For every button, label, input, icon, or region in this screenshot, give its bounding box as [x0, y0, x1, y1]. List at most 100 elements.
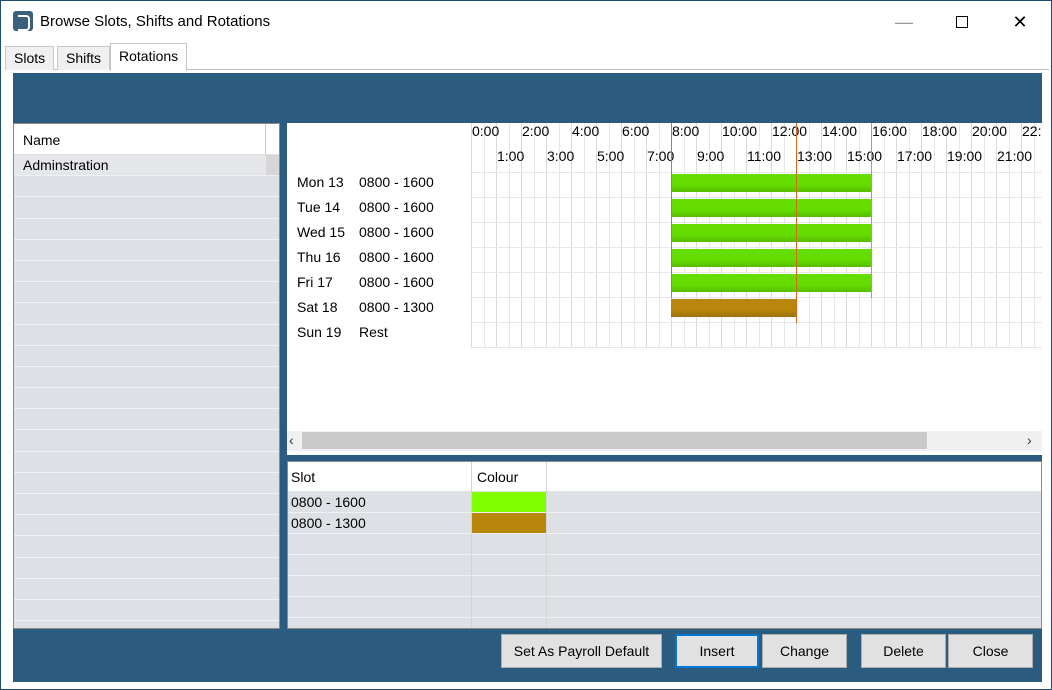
scroll-right-icon[interactable]: › [1027, 432, 1032, 448]
hour-label: 8:00 [672, 123, 700, 139]
name-column-header: Name [23, 132, 61, 148]
hour-label: 9:00 [697, 148, 725, 164]
app-logo-icon [13, 11, 33, 31]
timeline-row-line [471, 322, 1042, 323]
empty-list-row [14, 218, 279, 240]
browse-window: Browse Slots, Shifts and Rotations — ✕ S… [0, 0, 1052, 690]
rotation-timeline: 0:00 2:00 4:00 6:00 8:00 10:00 12:00 14:00 16:00… [287, 123, 1042, 455]
tab-shifts[interactable]: Shifts [57, 46, 111, 70]
day-label: Mon 13 [297, 174, 344, 190]
empty-table-row [288, 597, 1041, 618]
empty-table-row [288, 618, 1041, 628]
hour-label: 15:00 [847, 148, 883, 164]
list-header: Name [14, 124, 279, 155]
rotation-name: Adminstration [23, 157, 109, 173]
list-scrollbar[interactable] [266, 155, 279, 175]
shift-slot-label: 0800 - 1600 [359, 249, 434, 265]
empty-list-row [14, 515, 279, 537]
day-label: Tue 14 [297, 199, 341, 215]
hour-label: 11:00 [747, 148, 781, 164]
slot-column-header: Slot [291, 469, 316, 485]
empty-list-row [14, 578, 279, 600]
empty-list-row [14, 197, 279, 219]
empty-list-row [14, 557, 279, 579]
shift-bar[interactable] [671, 174, 871, 192]
time-marker [796, 123, 797, 323]
hour-label: 22:0 [1022, 123, 1042, 139]
maximize-icon [956, 16, 968, 28]
minimize-button[interactable]: — [875, 1, 933, 43]
day-label: Thu 16 [297, 249, 341, 265]
empty-list-row [14, 621, 279, 628]
shift-slot-label: 0800 - 1600 [359, 274, 434, 290]
scroll-left-icon[interactable]: ‹ [289, 432, 294, 448]
empty-list-row [14, 430, 279, 452]
column-separator [546, 462, 547, 628]
rotations-content: Name Adminstration 0:00 2:00 4:00 6:00 8:00 1… [13, 73, 1042, 682]
shift-bar[interactable] [671, 299, 796, 317]
hour-label: 10:00 [722, 123, 758, 139]
colour-swatch[interactable] [472, 492, 546, 512]
shift-slot-label: Rest [359, 324, 388, 340]
hour-label: 0:00 [472, 123, 500, 139]
timeline-grid-line [583, 123, 585, 348]
shift-bar[interactable] [671, 249, 871, 267]
table-row[interactable]: 0800 - 1300 [288, 513, 1041, 534]
day-label: Sat 18 [297, 299, 338, 315]
timeline-row-line [471, 197, 1042, 198]
empty-table-row [288, 555, 1041, 576]
timeline-horizontal-scrollbar[interactable]: ‹ › [287, 431, 1042, 451]
tab-slots[interactable]: Slots [5, 46, 55, 70]
shift-slot-label: 0800 - 1600 [359, 224, 434, 240]
empty-table-row [288, 576, 1041, 597]
insert-button[interactable]: Insert [675, 634, 759, 668]
slot-cell: 0800 - 1600 [291, 494, 366, 510]
shift-slot-label: 0800 - 1300 [359, 299, 434, 315]
hour-label: 1:00 [497, 148, 525, 164]
timeline-row-line [471, 297, 1042, 298]
slot-table-header: Slot Colour [288, 462, 1041, 492]
title-bar: Browse Slots, Shifts and Rotations — ✕ [1, 1, 1051, 43]
timeline-row-line [471, 347, 1042, 348]
empty-rows [14, 176, 279, 628]
tab-rotations[interactable]: Rotations [110, 43, 188, 71]
change-button[interactable]: Change [762, 634, 847, 668]
shift-bar[interactable] [671, 274, 871, 292]
empty-list-row [14, 282, 279, 304]
empty-list-row [14, 472, 279, 494]
shift-bar[interactable] [671, 199, 871, 217]
hour-label: 18:00 [922, 123, 958, 139]
delete-button[interactable]: Delete [861, 634, 946, 668]
tab-strip: Slots Shifts Rotations [5, 43, 1049, 71]
timeline-grid-line [1033, 123, 1035, 348]
colour-swatch[interactable] [472, 513, 546, 533]
close-button[interactable]: Close [948, 634, 1033, 668]
hour-label: 17:00 [897, 148, 933, 164]
shift-bar[interactable] [671, 224, 871, 242]
empty-list-row [14, 324, 279, 346]
timeline-grid-line [633, 123, 635, 348]
list-item[interactable]: Adminstration [14, 155, 279, 177]
hour-label: 16:00 [872, 123, 908, 139]
timeline-row-line [471, 222, 1042, 223]
set-payroll-default-button[interactable]: Set As Payroll Default [501, 634, 662, 668]
hour-label: 3:00 [547, 148, 575, 164]
window-title: Browse Slots, Shifts and Rotations [40, 13, 271, 30]
time-marker [671, 123, 672, 298]
empty-list-row [14, 494, 279, 516]
empty-list-row [14, 345, 279, 367]
hour-label: 5:00 [597, 148, 625, 164]
table-row[interactable]: 0800 - 1600 [288, 492, 1041, 513]
shift-slot-label: 0800 - 1600 [359, 199, 434, 215]
close-window-button[interactable]: ✕ [991, 1, 1049, 43]
maximize-button[interactable] [933, 1, 991, 43]
timeline-row-line [471, 247, 1042, 248]
hour-label: 19:00 [947, 148, 983, 164]
day-label: Fri 17 [297, 274, 333, 290]
timeline-grid-line [533, 123, 535, 348]
scrollbar-thumb[interactable] [302, 432, 927, 449]
shift-slot-label: 0800 - 1600 [359, 174, 434, 190]
timeline-grid-line [483, 123, 485, 348]
rotations-list[interactable]: Name Adminstration [13, 123, 280, 629]
hour-label: 14:00 [822, 123, 858, 139]
